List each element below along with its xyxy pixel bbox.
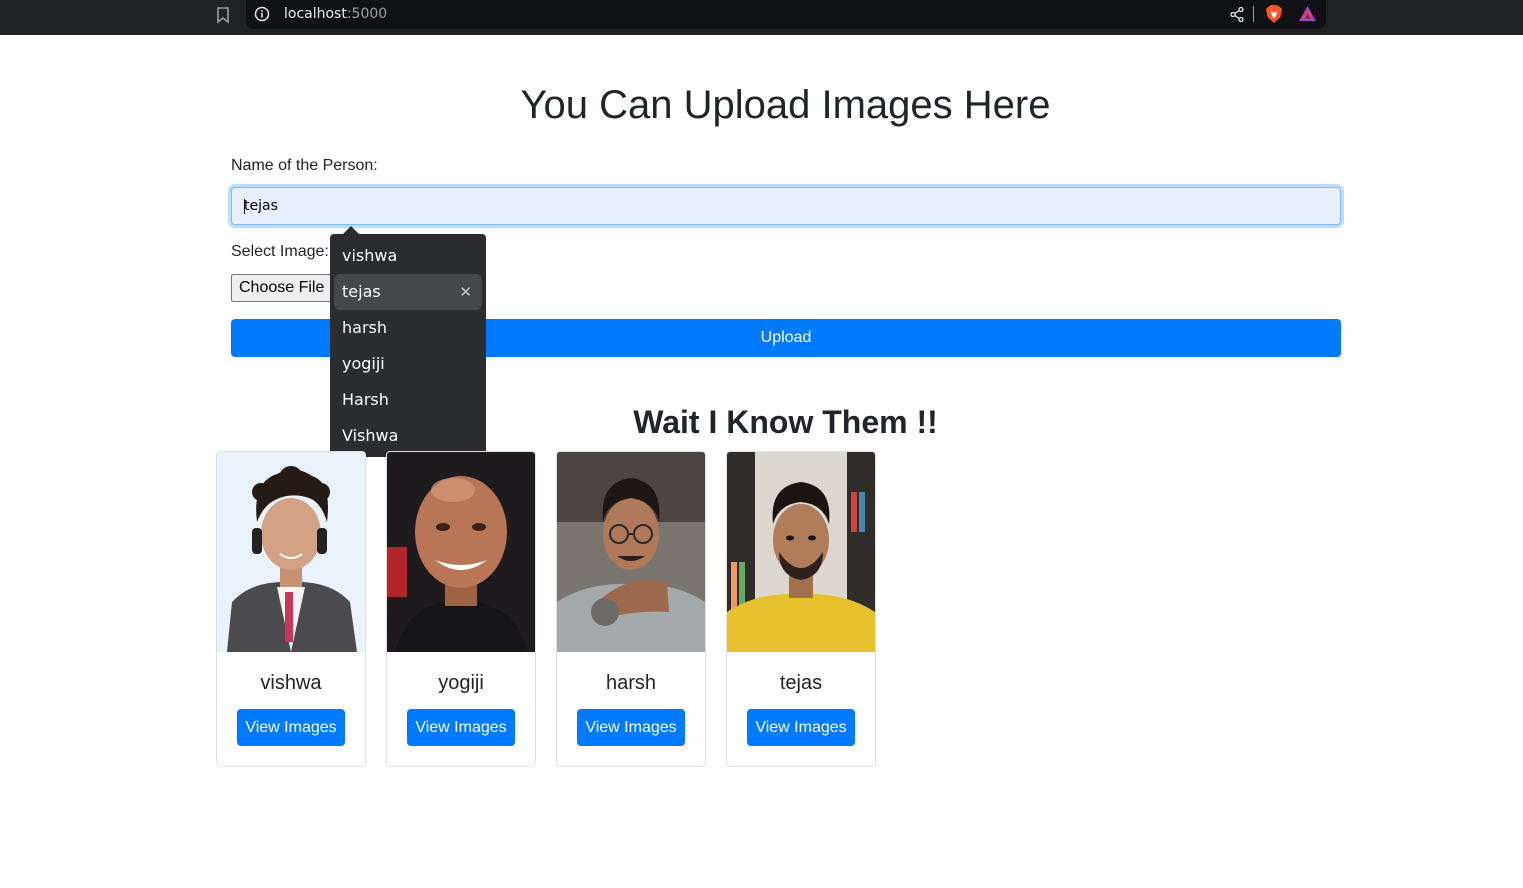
choose-file-button[interactable]: Choose File [231,274,341,302]
person-name: vishwa [260,672,322,694]
autocomplete-option[interactable]: harsh [330,310,486,346]
person-name: yogiji [438,672,484,694]
autocomplete-option-label: tejas [342,282,381,301]
person-photo [727,452,875,652]
page-title: You Can Upload Images Here [520,83,1051,127]
brave-shield-icon[interactable] [1265,4,1283,24]
person-name-value: tejas [244,198,278,214]
person-photo [217,452,365,652]
person-name: tejas [779,672,823,694]
person-card: tejas View Images [726,451,876,767]
view-images-button[interactable]: View Images [747,709,855,746]
name-label: Name of the Person: [231,157,378,174]
address-bar[interactable] [246,0,1326,29]
url-port: :5000 [346,6,388,22]
person-name-input[interactable]: tejas [231,187,1341,225]
person-card: vishwa View Images [216,451,366,767]
autocomplete-option[interactable]: vishwa [330,238,486,274]
site-info-icon[interactable] [254,6,270,22]
bookmark-icon[interactable] [214,5,232,25]
url-host: localhost [284,6,347,22]
autocomplete-option[interactable]: yogiji [330,346,486,382]
known-people-title: Wait I Know Them !! [633,404,938,440]
toolbar-separator [1253,6,1254,22]
url-text[interactable]: localhost:5000 [284,6,387,22]
person-photo [557,452,705,652]
select-image-label: Select Image: [231,243,329,260]
share-icon[interactable] [1229,6,1245,23]
view-images-button[interactable]: View Images [237,709,345,746]
person-card: harsh View Images [556,451,706,767]
remove-suggestion-icon[interactable]: ✕ [459,274,472,310]
view-images-button[interactable]: View Images [577,709,685,746]
person-name: harsh [605,672,657,694]
person-card: yogiji View Images [386,451,536,767]
person-photo [387,452,535,652]
autocomplete-option-selected[interactable]: tejas ✕ [334,274,482,310]
view-images-button[interactable]: View Images [407,709,515,746]
rewards-icon[interactable] [1298,5,1317,23]
